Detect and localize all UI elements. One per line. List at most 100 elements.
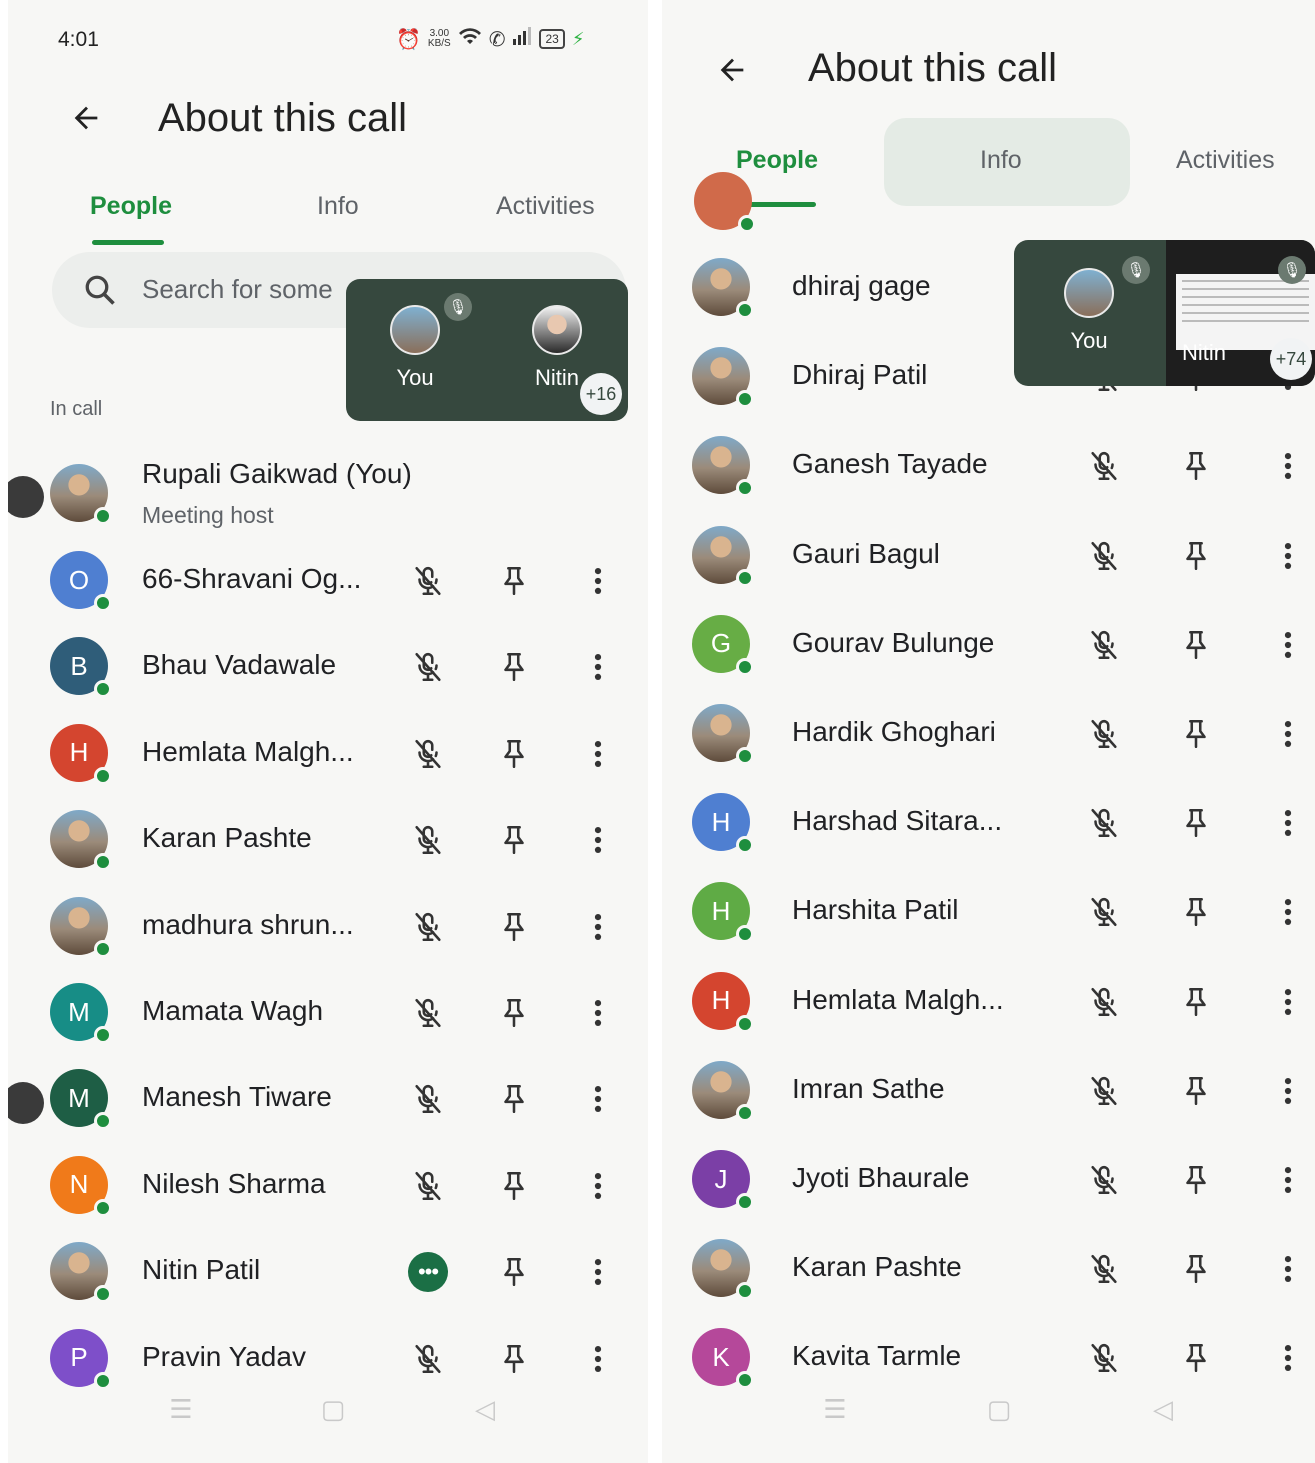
avatar: H [692, 882, 754, 944]
participant-row[interactable]: madhura shrun... [8, 883, 648, 969]
more-vert-icon[interactable] [1266, 1336, 1310, 1380]
pin-icon[interactable] [492, 905, 536, 949]
participant-row[interactable]: Karan Pashte [662, 1225, 1315, 1311]
participant-row[interactable]: H Harshad Sitara... [662, 779, 1315, 865]
avatar: J [692, 1150, 754, 1211]
participant-row[interactable]: N Nilesh Sharma [8, 1142, 648, 1228]
mic-off-icon [406, 732, 450, 776]
pip-you-label: You [396, 365, 434, 390]
participant-row[interactable]: Hardik Ghoghari [662, 690, 1315, 776]
more-vert-icon[interactable] [1266, 801, 1310, 845]
participant-row[interactable]: Gauri Bagul [662, 512, 1315, 598]
more-vert-icon[interactable] [576, 991, 620, 1035]
avatar [694, 172, 756, 233]
pin-icon[interactable] [1174, 801, 1218, 845]
more-vert-icon[interactable] [1266, 890, 1310, 934]
pin-icon[interactable] [492, 732, 536, 776]
more-vert-icon[interactable] [1266, 444, 1310, 488]
pin-icon[interactable] [492, 818, 536, 862]
participant-row[interactable]: M Manesh Tiware [8, 1055, 648, 1141]
more-vert-icon[interactable] [576, 905, 620, 949]
more-vert-icon[interactable] [576, 1337, 620, 1381]
pin-icon[interactable] [1174, 623, 1218, 667]
more-vert-icon[interactable] [576, 559, 620, 603]
participant-name: Karan Pashte [792, 1251, 962, 1283]
avatar [692, 1239, 754, 1301]
participant-row[interactable]: Karan Pashte [8, 796, 648, 882]
pin-icon[interactable] [1174, 1158, 1218, 1202]
pin-icon[interactable] [492, 1077, 536, 1121]
pin-icon[interactable] [492, 1164, 536, 1208]
tab-activities[interactable]: Activities [496, 192, 595, 221]
more-vert-icon[interactable] [1266, 1247, 1310, 1291]
right-screen: About this call People Info Activities d… [662, 0, 1315, 1463]
participant-name: Harshad Sitara... [792, 805, 1003, 837]
more-vert-icon[interactable] [1266, 1069, 1310, 1113]
participant-name: Gourav Bulunge [792, 626, 995, 658]
presence-dot [94, 1026, 112, 1044]
participant-row[interactable]: Imran Sathe [662, 1047, 1315, 1133]
menu-icon[interactable]: ☰ [166, 1394, 196, 1424]
pin-icon[interactable] [492, 991, 536, 1035]
more-vert-icon[interactable] [576, 818, 620, 862]
pin-icon[interactable] [492, 559, 536, 603]
back-icon[interactable]: ◁ [470, 1394, 500, 1424]
back-arrow-icon[interactable] [64, 96, 108, 140]
tab-people[interactable]: People [736, 146, 818, 175]
back-arrow-icon[interactable] [710, 48, 754, 92]
picture-in-picture[interactable]: You 🎙 Nitin 🎙 +74 [1014, 240, 1315, 386]
participant-row[interactable]: J Jyoti Bhaurale [662, 1136, 1315, 1222]
pin-icon[interactable] [1174, 1069, 1218, 1113]
mic-off-icon [1082, 890, 1126, 934]
presence-dot [94, 1112, 112, 1131]
participant-row[interactable]: M Mamata Wagh [8, 969, 648, 1055]
pin-icon[interactable] [492, 1337, 536, 1381]
more-vert-icon[interactable] [1266, 980, 1310, 1024]
tab-people[interactable]: People [90, 192, 172, 221]
back-icon[interactable]: ◁ [1148, 1394, 1178, 1424]
participant-row[interactable]: Ganesh Tayade [662, 422, 1315, 508]
more-vert-icon[interactable] [576, 1250, 620, 1294]
participant-row[interactable]: G Gourav Bulunge [662, 601, 1315, 687]
more-vert-icon[interactable] [1266, 623, 1310, 667]
participant-name: Bhau Vadawale [142, 649, 337, 681]
participant-row[interactable]: H Hemlata Malgh... [8, 710, 648, 796]
pin-icon[interactable] [1174, 980, 1218, 1024]
more-vert-icon[interactable] [1266, 1158, 1310, 1202]
more-vert-icon[interactable] [576, 732, 620, 776]
pin-icon[interactable] [1174, 890, 1218, 934]
pin-icon[interactable] [1174, 444, 1218, 488]
home-icon[interactable]: ▢ [318, 1394, 348, 1424]
more-vert-icon[interactable] [1266, 712, 1310, 756]
picture-in-picture[interactable]: You 🎙 Nitin +16 [346, 279, 628, 421]
participant-row[interactable]: H Hemlata Malgh... [662, 958, 1315, 1044]
tab-activities[interactable]: Activities [1176, 146, 1275, 175]
host-row[interactable]: Rupali Gaikwad (You) Meeting host [8, 452, 648, 538]
pin-icon[interactable] [492, 645, 536, 689]
participant-row[interactable]: H Harshita Patil [662, 868, 1315, 954]
more-vert-icon[interactable] [1266, 534, 1310, 578]
mic-off-icon [406, 1164, 450, 1208]
tab-info[interactable]: Info [317, 192, 359, 221]
pin-icon[interactable] [492, 1250, 536, 1294]
tab-info[interactable]: Info [980, 146, 1022, 175]
participant-row[interactable]: Nitin Patil ••• [8, 1228, 648, 1314]
presence-dot [736, 1193, 754, 1211]
participant-row[interactable]: O 66-Shravani Og... [8, 537, 648, 623]
pip-other-label: Nitin [1182, 340, 1227, 365]
battery-icon: 23 [539, 29, 565, 49]
mic-off-icon [1082, 623, 1126, 667]
avatar [50, 896, 112, 958]
pin-icon[interactable] [1174, 1247, 1218, 1291]
pin-icon[interactable] [1174, 1336, 1218, 1380]
network-speed-unit: KB/S [427, 38, 451, 49]
participant-name: Dhiraj Patil [792, 359, 928, 391]
home-icon[interactable]: ▢ [984, 1394, 1014, 1424]
participant-row[interactable]: B Bhau Vadawale [8, 623, 648, 709]
more-vert-icon[interactable] [576, 1164, 620, 1208]
pin-icon[interactable] [1174, 534, 1218, 578]
more-vert-icon[interactable] [576, 645, 620, 689]
pin-icon[interactable] [1174, 712, 1218, 756]
menu-icon[interactable]: ☰ [820, 1394, 850, 1424]
more-vert-icon[interactable] [576, 1077, 620, 1121]
